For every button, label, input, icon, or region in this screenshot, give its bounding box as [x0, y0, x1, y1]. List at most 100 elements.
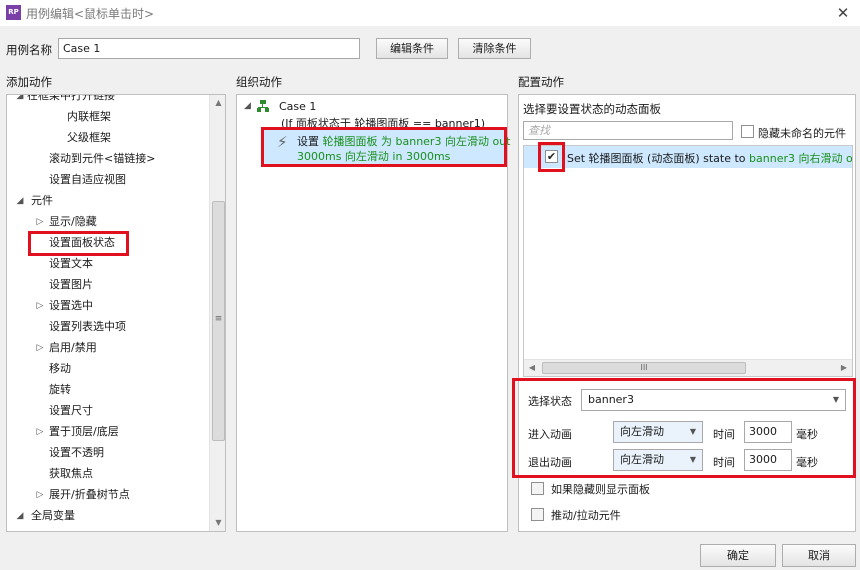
push-pull-checkbox[interactable] [531, 508, 544, 521]
expanded-caret-icon[interactable]: ◢ [15, 506, 25, 526]
show-if-hidden-checkbox[interactable] [531, 482, 544, 495]
case-condition: (If 面板状态于 轮播图面板 == banner1) [281, 117, 486, 130]
checked-icon[interactable]: ✔ [545, 150, 558, 163]
tree-node-set-adaptive-view[interactable]: 设置自适应视图 [49, 170, 126, 190]
tree-node-enable-disable[interactable]: ▷ 启用/禁用 [37, 338, 97, 358]
tree-node-set-text[interactable]: 设置文本 [49, 254, 93, 274]
configure-action-title: 配置动作 [518, 75, 564, 89]
action-row[interactable]: ⚡ 设置 轮播图面板 为 banner3 向左滑动 out 3000ms 向左滑… [263, 130, 510, 164]
enter-anim-value: 向左滑动 [620, 425, 664, 438]
app-icon: RP [6, 5, 21, 20]
exit-anim-label: 退出动画 [528, 456, 572, 469]
panel-list-hscrollbar[interactable]: ◀ III ▶ [524, 359, 852, 376]
tree-node-set-list-selection[interactable]: 设置列表选中项 [49, 317, 126, 337]
tree-node-open-link-in-frame[interactable]: ◢ 在框架中打开链接 [17, 94, 115, 106]
tree-node-show-hide[interactable]: ▷ 显示/隐藏 [37, 212, 97, 232]
panel-list-subtitle: 选择要设置状态的动态面板 [523, 102, 661, 116]
hscroll-thumb[interactable]: III [542, 362, 746, 374]
panel-list: ✔ Set 轮播图面板 (动态面板) state to banner3 向右滑动… [523, 145, 853, 377]
hide-unnamed-label: 隐藏未命名的元件 [758, 127, 846, 140]
exit-time-label: 时间 [713, 456, 735, 469]
show-if-hidden-label: 如果隐藏则显示面板 [551, 483, 650, 496]
case-name-label: 用例名称 [6, 43, 52, 57]
tree-node-label: 置于顶层/底层 [49, 425, 119, 438]
tree-node-scroll-to-widget[interactable]: 滚动到元件<锚链接> [49, 149, 155, 169]
tree-node-widgets[interactable]: ◢ 元件 [17, 191, 53, 211]
collapsed-caret-icon[interactable]: ▷ [35, 338, 45, 358]
tree-node-set-image[interactable]: 设置图片 [49, 275, 93, 295]
tree-node-set-panel-state[interactable]: 设置面板状态 [49, 233, 115, 253]
cancel-button[interactable]: 取消 [782, 544, 856, 567]
action-line-1: 设置 轮播图面板 为 banner3 向左滑动 out [297, 133, 510, 149]
enter-time-label: 时间 [713, 428, 735, 441]
chevron-down-icon: ▼ [689, 455, 696, 464]
tree-node-label: 元件 [31, 194, 53, 207]
close-icon[interactable]: ✕ [832, 2, 854, 24]
clear-conditions-button[interactable]: 清除条件 [458, 38, 531, 59]
chevron-down-icon: ▼ [689, 427, 696, 436]
panel-row-text: Set 轮播图面板 (动态面板) state to banner3 向右滑动 o… [567, 150, 853, 166]
tree-node-global-variables[interactable]: ◢ 全局变量 [17, 506, 75, 526]
scroll-left-icon[interactable]: ◀ [526, 363, 538, 372]
action-prefix: 设置 [297, 135, 319, 148]
scroll-right-icon[interactable]: ▶ [838, 363, 850, 372]
case-label[interactable]: Case 1 [279, 100, 316, 113]
window-title: 用例编辑<鼠标单击时> [26, 7, 155, 21]
enter-ms-label: 毫秒 [796, 428, 818, 441]
scrollbar-thumb[interactable]: ≡ [212, 201, 225, 441]
exit-ms-label: 毫秒 [796, 456, 818, 469]
select-state-dropdown[interactable]: banner3 ▼ [581, 389, 846, 411]
tree-node-move[interactable]: 移动 [49, 359, 71, 379]
enter-anim-label: 进入动画 [528, 428, 572, 441]
panel-list-row[interactable]: ✔ Set 轮播图面板 (动态面板) state to banner3 向右滑动… [524, 146, 852, 168]
push-pull-label: 推动/拉动元件 [551, 509, 621, 522]
enter-anim-dropdown[interactable]: 向左滑动 ▼ [613, 421, 703, 443]
tree-node-label: 全局变量 [31, 509, 75, 522]
tree-node-bring-front-back[interactable]: ▷ 置于顶层/底层 [37, 422, 119, 442]
title-bar: RP 用例编辑<鼠标单击时> ✕ [0, 0, 860, 26]
hide-unnamed-checkbox[interactable] [741, 125, 754, 138]
panel-row-prefix: Set 轮播图面板 (动态面板) state to [567, 152, 746, 165]
ok-button[interactable]: 确定 [700, 544, 776, 567]
tree-node-expand-collapse-tree[interactable]: ▷ 展开/折叠树节点 [37, 485, 130, 505]
select-state-value: banner3 [588, 393, 634, 406]
expanded-caret-icon[interactable]: ◢ [244, 101, 251, 111]
collapsed-caret-icon[interactable]: ▷ [35, 422, 45, 442]
scroll-down-icon[interactable]: ▼ [210, 518, 225, 527]
exit-time-input[interactable]: 3000 [744, 449, 792, 471]
expanded-caret-icon[interactable]: ◢ [15, 95, 25, 106]
tree-node-set-selected[interactable]: ▷ 设置选中 [37, 296, 93, 316]
exit-anim-dropdown[interactable]: 向左滑动 ▼ [613, 449, 703, 471]
edit-conditions-button[interactable]: 编辑条件 [376, 38, 448, 59]
action-line-2: 3000ms 向左滑动 in 3000ms [297, 150, 451, 163]
case-name-input[interactable]: Case 1 [58, 38, 360, 59]
tree-node-parent-frame[interactable]: 父级框架 [67, 128, 111, 148]
chevron-down-icon: ▼ [832, 395, 839, 404]
tree-node-set-opacity[interactable]: 设置不透明 [49, 443, 104, 463]
collapsed-caret-icon[interactable]: ▷ [35, 212, 45, 232]
tree-node-set-size[interactable]: 设置尺寸 [49, 401, 93, 421]
expanded-caret-icon[interactable]: ◢ [15, 191, 25, 211]
tree-node-inline-frame[interactable]: 内联框架 [67, 107, 111, 127]
add-action-panel: ◢ 在框架中打开链接 内联框架 父级框架 滚动到元件<锚链接> 设置自适应视图 … [6, 94, 226, 532]
tree-node-label: 展开/折叠树节点 [49, 488, 130, 501]
action-detail-1: 轮播图面板 为 banner3 向左滑动 out [322, 135, 511, 148]
configure-action-panel: 选择要设置状态的动态面板 查找 隐藏未命名的元件 ✔ Set 轮播图面板 (动态… [518, 94, 856, 532]
search-input[interactable]: 查找 [523, 121, 733, 140]
scroll-up-icon[interactable]: ▲ [210, 98, 225, 107]
lightning-icon: ⚡ [277, 133, 288, 151]
action-tree: ◢ 在框架中打开链接 内联框架 父级框架 滚动到元件<锚链接> 设置自适应视图 … [7, 94, 209, 531]
collapsed-caret-icon[interactable]: ▷ [35, 296, 45, 316]
tree-node-focus[interactable]: 获取焦点 [49, 464, 93, 484]
exit-anim-value: 向左滑动 [620, 453, 664, 466]
panel-row-value: banner3 向右滑动 out 3 [749, 152, 853, 165]
select-state-label: 选择状态 [528, 395, 572, 408]
tree-node-rotate[interactable]: 旋转 [49, 380, 71, 400]
add-action-scrollbar[interactable]: ▲ ≡ ▼ [209, 95, 225, 531]
organize-action-panel: ◢ Case 1 (If 面板状态于 轮播图面板 == banner1) ⚡ 设… [236, 94, 510, 532]
tree-node-label: 设置选中 [49, 299, 93, 312]
collapsed-caret-icon[interactable]: ▷ [35, 485, 45, 505]
tree-node-label: 显示/隐藏 [49, 215, 97, 228]
tree-node-label: 在框架中打开链接 [27, 94, 115, 102]
enter-time-input[interactable]: 3000 [744, 421, 792, 443]
